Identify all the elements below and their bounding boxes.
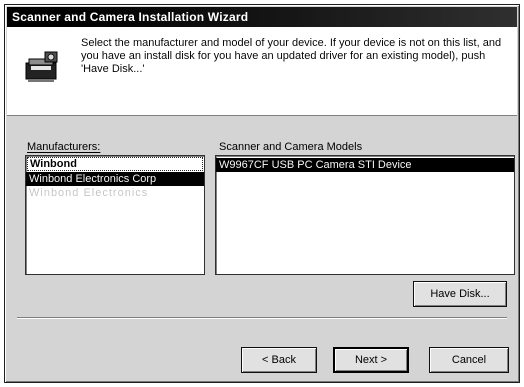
have-disk-label: Have Disk... (430, 288, 490, 300)
instruction-text: Select the manufacturer and model of you… (81, 37, 502, 75)
back-button[interactable]: < Back (241, 347, 317, 373)
manufacturers-label-text: Manufacturers: (27, 141, 101, 153)
list-item[interactable]: W9967CF USB PC Camera STI Device (216, 158, 514, 172)
wizard-header: Select the manufacturer and model of you… (7, 27, 517, 116)
list-item[interactable]: Winbond Electronics (26, 186, 204, 200)
wizard-window: Scanner and Camera Installation Wizard S… (4, 4, 520, 383)
list-item[interactable]: Winbond (27, 157, 203, 171)
scanner-camera-icon (23, 49, 63, 87)
back-label: < Back (262, 354, 296, 366)
next-button[interactable]: Next > (333, 347, 409, 373)
list-item-label: Winbond Electronics (29, 187, 149, 199)
title-bar: Scanner and Camera Installation Wizard (7, 7, 517, 27)
cancel-label: Cancel (451, 354, 487, 366)
list-item-label: W9967CF USB PC Camera STI Device (219, 159, 412, 171)
separator (17, 317, 507, 319)
list-item-label: Winbond (30, 158, 77, 170)
have-disk-button[interactable]: Have Disk... (413, 281, 507, 307)
next-label: Next > (354, 354, 388, 366)
models-label: Scanner and Camera Models (219, 141, 363, 153)
manufacturers-label: Manufacturers: (27, 141, 100, 153)
manufacturers-list[interactable]: Winbond Winbond Electronics Corp Winbond… (25, 155, 205, 275)
cancel-button[interactable]: Cancel (429, 347, 509, 373)
list-item-label: Winbond Electronics Corp (29, 173, 157, 185)
models-list[interactable]: W9967CF USB PC Camera STI Device (215, 155, 515, 275)
list-item[interactable]: Winbond Electronics Corp (26, 172, 204, 186)
